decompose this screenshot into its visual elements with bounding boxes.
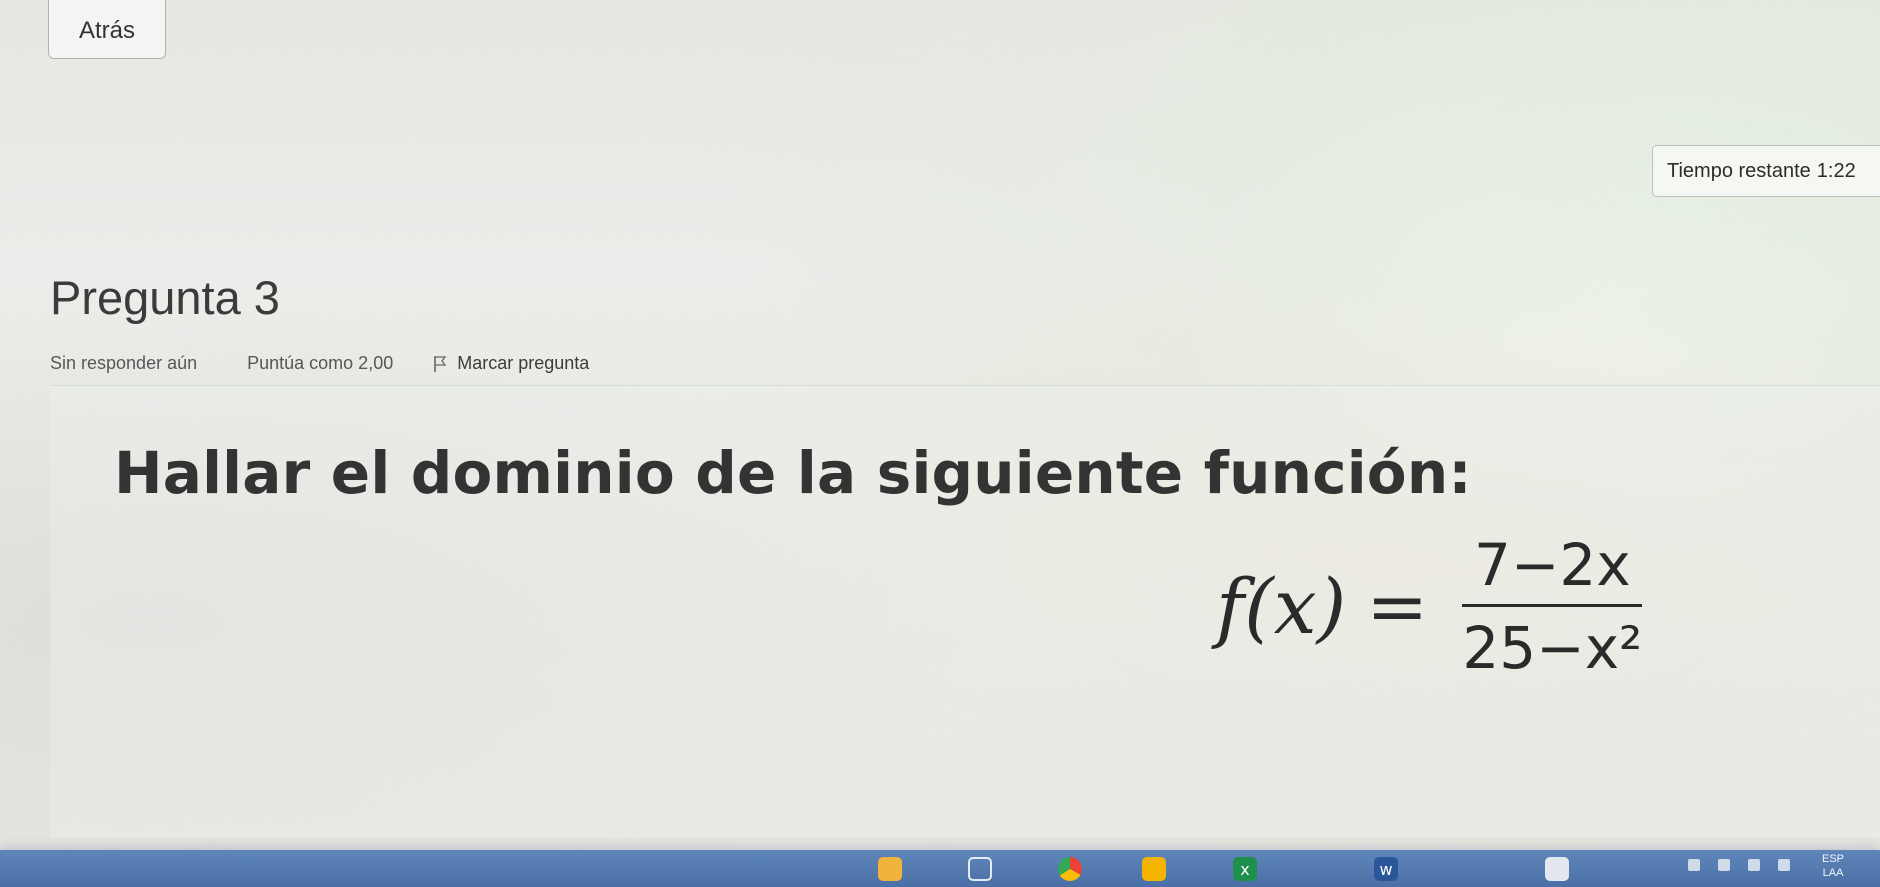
flag-icon xyxy=(433,355,447,373)
timer-label: Tiempo restante xyxy=(1667,159,1811,182)
chat-icon[interactable] xyxy=(1545,857,1569,881)
flag-question-link[interactable]: Marcar pregunta xyxy=(433,353,589,374)
question-status: Sin responder aún xyxy=(50,353,198,373)
start-icon[interactable] xyxy=(968,857,992,881)
exam-page: Atrás Tiempo restante 1:22 Pregunta 3 Si… xyxy=(0,0,1880,887)
formula-fraction: 7−2x 25−x² xyxy=(1456,536,1648,677)
function-formula: f(x) = 7−2x 25−x² xyxy=(1216,536,1648,677)
back-button[interactable]: Atrás xyxy=(48,0,166,59)
formula-numerator: 7−2x xyxy=(1473,531,1631,599)
question-prompt: Hallar el dominio de la siguiente funció… xyxy=(114,439,1472,507)
word-icon[interactable]: w xyxy=(1374,857,1398,881)
question-panel: Hallar el dominio de la siguiente funció… xyxy=(50,385,1880,838)
language-primary: ESP xyxy=(1822,853,1845,865)
tray-wifi-icon[interactable] xyxy=(1778,859,1790,871)
language-indicator[interactable]: ESP LAA xyxy=(1822,852,1844,880)
timer-box: Tiempo restante 1:22 xyxy=(1652,145,1880,197)
language-secondary: LAA xyxy=(1822,867,1844,879)
word-letter: w xyxy=(1379,859,1393,879)
excel-letter: x xyxy=(1240,859,1250,879)
explorer-icon[interactable] xyxy=(878,857,902,881)
excel-icon[interactable]: x xyxy=(1233,857,1257,881)
formula-denominator: 25−x² xyxy=(1462,614,1643,682)
store-icon[interactable] xyxy=(1142,857,1166,881)
tray-network-icon[interactable] xyxy=(1688,859,1700,871)
question-title: Pregunta 3 xyxy=(50,271,280,324)
windows-taskbar: x w ESP LAA xyxy=(0,850,1880,887)
chrome-icon[interactable] xyxy=(1058,857,1082,881)
formula-equals: = xyxy=(1366,563,1429,650)
question-score: Puntúa como 2,00 xyxy=(247,353,394,373)
formula-lhs: f(x) xyxy=(1216,561,1347,651)
tray-security-icon[interactable] xyxy=(1748,859,1760,871)
flag-question-label: Marcar pregunta xyxy=(457,353,590,373)
question-meta: Sin responder aún Puntúa como 2,00 Marca… xyxy=(50,353,589,374)
tray-arrow-icon[interactable] xyxy=(1718,859,1730,871)
timer-value: 1:22 xyxy=(1816,159,1856,182)
